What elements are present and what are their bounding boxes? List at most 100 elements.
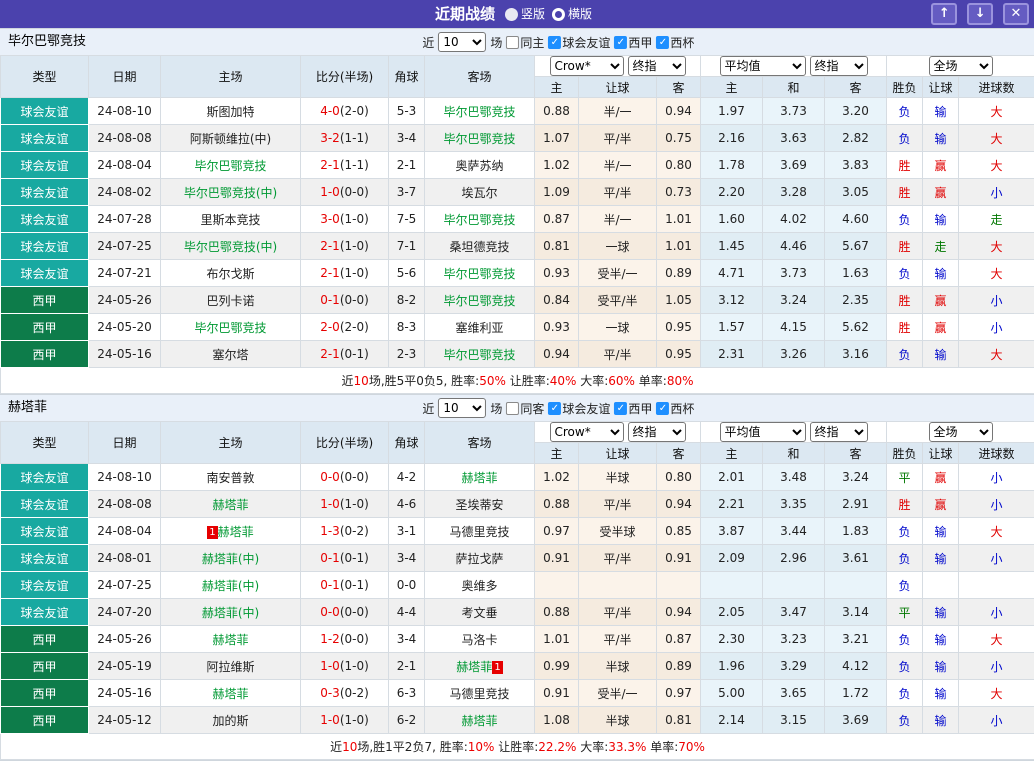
match-row: 球会友谊24-07-25毕尔巴鄂竞技(中)2-1(1-0)7-1桑坦德竞技0.8… <box>1 233 1034 260</box>
average-odds-cell: 2.14 <box>701 707 763 734</box>
corner-cell: 8-2 <box>389 287 425 314</box>
result-cell: 负 <box>887 206 923 233</box>
average-odds-cell: 2.09 <box>701 545 763 572</box>
corner-cell: 3-4 <box>389 545 425 572</box>
average-odds-cell: 3.69 <box>825 707 887 734</box>
home-team-cell: 斯图加特 <box>161 98 301 125</box>
score-cell: 3-0(1-0) <box>301 206 389 233</box>
score-cell: 1-0(1-0) <box>301 653 389 680</box>
handicap-odds-cell <box>535 572 579 599</box>
league-filter-checkbox[interactable]: ✓西杯 <box>656 400 694 417</box>
match-count-select[interactable]: 10 <box>438 398 486 418</box>
away-team-cell: 马德里竞技 <box>425 680 535 707</box>
league-filter-checkbox[interactable]: ✓球会友谊 <box>548 400 610 417</box>
handicap-odds-cell: 1.02 <box>535 152 579 179</box>
away-team-cell: 毕尔巴鄂竞技 <box>425 260 535 287</box>
corner-cell: 3-1 <box>389 518 425 545</box>
move-up-button[interactable]: ↑ <box>931 3 957 25</box>
handicap-odds-cell: 平/半 <box>579 545 657 572</box>
league-badge: 球会友谊 <box>1 152 89 179</box>
move-down-button[interactable]: ↓ <box>967 3 993 25</box>
sub-column-header: 客 <box>825 77 887 98</box>
same-venue-checkbox[interactable]: 同主 <box>506 34 544 51</box>
handicap-odds-cell: 0.93 <box>535 314 579 341</box>
average-dropdown-cell: 平均值终指 <box>701 56 887 77</box>
handicap-odds-cell: 0.97 <box>535 518 579 545</box>
league-filter-checkbox[interactable]: ✓西甲 <box>614 34 652 51</box>
handicap-odds-cell: 0.81 <box>657 707 701 734</box>
result-cell: 赢 <box>923 179 959 206</box>
column-header: 主场 <box>161 422 301 464</box>
league-filter-checkbox[interactable]: ✓西杯 <box>656 34 694 51</box>
date-cell: 24-08-04 <box>89 152 161 179</box>
sub-column-header: 主 <box>701 77 763 98</box>
average-odds-cell: 3.35 <box>763 491 825 518</box>
handicap-odds-cell: 0.91 <box>535 545 579 572</box>
scope-select[interactable]: 全场 <box>929 422 993 442</box>
league-filter-checkbox[interactable]: ✓球会友谊 <box>548 34 610 51</box>
average-odds-cell: 3.47 <box>763 599 825 626</box>
average-odds-cell: 1.96 <box>701 653 763 680</box>
average-odds-cell: 2.91 <box>825 491 887 518</box>
league-filter-checkbox[interactable]: ✓西甲 <box>614 400 652 417</box>
result-cell: 走 <box>959 206 1034 233</box>
score-cell: 2-0(2-0) <box>301 314 389 341</box>
same-venue-checkbox[interactable]: 同客 <box>506 400 544 417</box>
checked-checkbox-icon: ✓ <box>614 402 627 415</box>
result-cell: 大 <box>959 260 1034 287</box>
league-badge: 球会友谊 <box>1 206 89 233</box>
away-team-cell: 圣埃蒂安 <box>425 491 535 518</box>
date-cell: 24-07-28 <box>89 206 161 233</box>
layout-vertical-radio[interactable]: 竖版 <box>505 0 545 28</box>
league-badge: 西甲 <box>1 626 89 653</box>
average-select[interactable]: 平均值 <box>720 56 806 76</box>
corner-cell: 6-2 <box>389 707 425 734</box>
handicap-odds-cell: 0.91 <box>657 545 701 572</box>
average-odds-cell: 5.62 <box>825 314 887 341</box>
score-cell: 1-0(1-0) <box>301 707 389 734</box>
average-odds-cell: 3.29 <box>763 653 825 680</box>
summary-row: 近10场,胜5平0负5, 胜率:50% 让胜率:40% 大率:60% 单率:80… <box>1 368 1034 394</box>
handicap-odds-cell: 平/半 <box>579 626 657 653</box>
result-cell: 负 <box>887 98 923 125</box>
scope-select[interactable]: 全场 <box>929 56 993 76</box>
average-stage-select[interactable]: 终指 <box>810 422 868 442</box>
home-team-cell: 赫塔菲 <box>161 491 301 518</box>
column-header: 类型 <box>1 422 89 464</box>
handicap-odds-cell <box>579 572 657 599</box>
bookmaker-select[interactable]: Crow* <box>550 422 624 442</box>
handicap-odds-cell: 半球 <box>579 464 657 491</box>
bookmaker-select[interactable]: Crow* <box>550 56 624 76</box>
result-cell: 大 <box>959 680 1034 707</box>
match-count-select[interactable]: 10 <box>438 32 486 52</box>
away-team-cell: 塞维利亚 <box>425 314 535 341</box>
average-odds-cell: 3.20 <box>825 98 887 125</box>
league-badge: 球会友谊 <box>1 491 89 518</box>
red-card-badge: 1 <box>492 661 502 674</box>
column-header: 角球 <box>389 422 425 464</box>
result-cell: 负 <box>887 707 923 734</box>
close-button[interactable]: ✕ <box>1003 3 1029 25</box>
average-stage-select[interactable]: 终指 <box>810 56 868 76</box>
average-odds-cell: 3.21 <box>825 626 887 653</box>
match-row: 球会友谊24-08-10南安普敦0-0(0-0)4-2赫塔菲1.02半球0.80… <box>1 464 1034 491</box>
handicap-odds-cell: 半/一 <box>579 206 657 233</box>
result-cell: 大 <box>959 98 1034 125</box>
average-odds-cell: 1.45 <box>701 233 763 260</box>
average-select[interactable]: 平均值 <box>720 422 806 442</box>
league-badge: 球会友谊 <box>1 464 89 491</box>
odds-stage-select[interactable]: 终指 <box>628 56 686 76</box>
radio-unselected-icon <box>552 8 565 21</box>
average-odds-cell: 2.96 <box>763 545 825 572</box>
match-row: 球会友谊24-07-21布尔戈斯2-1(1-0)5-6毕尔巴鄂竞技0.93受半/… <box>1 260 1034 287</box>
odds-stage-select[interactable]: 终指 <box>628 422 686 442</box>
league-badge: 球会友谊 <box>1 599 89 626</box>
handicap-odds-cell: 0.88 <box>535 599 579 626</box>
handicap-odds-cell: 0.80 <box>657 464 701 491</box>
away-team-cell: 毕尔巴鄂竞技 <box>425 98 535 125</box>
result-cell: 输 <box>923 98 959 125</box>
match-row: 西甲24-05-26巴列卡诺0-1(0-0)8-2毕尔巴鄂竞技0.84受平/半1… <box>1 287 1034 314</box>
date-cell: 24-07-25 <box>89 572 161 599</box>
layout-horizontal-radio[interactable]: 横版 <box>552 0 592 28</box>
home-team-cell: 阿斯顿维拉(中) <box>161 125 301 152</box>
